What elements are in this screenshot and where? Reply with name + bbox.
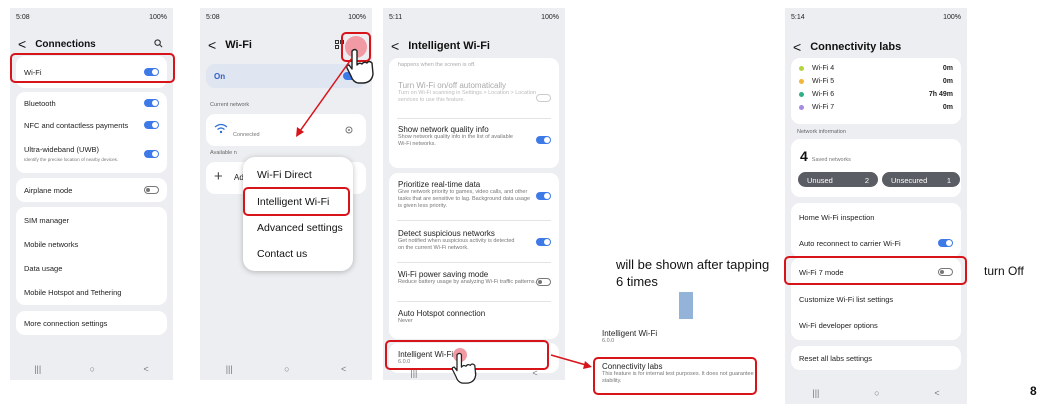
usage-label: Wi-Fi 5	[812, 78, 835, 85]
chip-label: Unused	[807, 176, 833, 185]
status-time: 5:14	[791, 13, 805, 21]
saved-label: Saved networks	[811, 157, 851, 163]
usage-row-wifi5: Wi-Fi 5 0m	[791, 75, 961, 88]
network-info-header: Network information	[797, 129, 846, 135]
labs-card-1: Home Wi-Fi inspection Auto reconnect to …	[791, 203, 961, 257]
wifi-usage-card: Wi-Fi 4 0m Wi-Fi 5 0m Wi-Fi 6 7h 49m Wi-…	[791, 58, 961, 124]
usage-label: Wi-Fi 7	[812, 104, 835, 111]
usage-value: 7h 49m	[928, 91, 953, 98]
saved-count: 4	[800, 148, 808, 164]
usage-label: Wi-Fi 4	[812, 65, 835, 72]
legend-dot	[799, 79, 804, 84]
menu-item-home-inspection[interactable]: Home Wi-Fi inspection	[791, 205, 961, 229]
back-icon[interactable]: <	[793, 40, 801, 54]
usage-label: Wi-Fi 6	[812, 91, 835, 98]
usage-row-wifi6: Wi-Fi 6 7h 49m	[791, 88, 961, 101]
status-bar: 5:14 100%	[791, 11, 961, 23]
usage-value: 0m	[942, 104, 953, 111]
usage-row-wifi7: Wi-Fi 7 0m	[791, 101, 961, 114]
home-button[interactable]: ○	[874, 388, 879, 398]
legend-dot	[799, 66, 804, 71]
usage-value: 0m	[942, 65, 953, 72]
saved-networks-count: 4 Saved networks	[800, 148, 851, 164]
page-number: 8	[1030, 384, 1037, 398]
menu-item-label: Home Wi-Fi inspection	[799, 212, 875, 222]
saved-networks-card: 4 Saved networks Unused 2 Unsecured 1	[791, 139, 961, 197]
menu-item-reset-labs[interactable]: Reset all labs settings	[791, 346, 961, 370]
menu-item-developer-options[interactable]: Wi-Fi developer options	[791, 313, 961, 337]
turn-off-note: turn Off	[984, 264, 1024, 278]
chip-label: Unsecured	[891, 176, 928, 185]
menu-item-label: Customize Wi-Fi list settings	[799, 294, 894, 304]
recent-apps-button[interactable]: |||	[812, 388, 819, 398]
menu-item-label: Wi-Fi developer options	[799, 320, 878, 330]
unused-chip[interactable]: Unused 2	[798, 172, 878, 187]
legend-dot	[799, 105, 804, 110]
menu-item-auto-reconnect[interactable]: Auto reconnect to carrier Wi-Fi	[791, 231, 961, 255]
menu-item-label: Auto reconnect to carrier Wi-Fi	[799, 238, 901, 248]
back-button[interactable]: <	[934, 388, 939, 398]
phone-connectivity-labs: 5:14 100% < Connectivity labs Wi-Fi 4 0m…	[785, 8, 967, 404]
chip-count: 2	[864, 176, 869, 185]
unsecured-chip[interactable]: Unsecured 1	[882, 172, 960, 187]
header: < Connectivity labs	[793, 40, 901, 54]
auto-reconnect-toggle[interactable]	[938, 239, 953, 247]
navigation-bar: ||| ○ <	[785, 382, 967, 404]
menu-item-label: Reset all labs settings	[799, 353, 872, 363]
labs-card-3: Reset all labs settings	[791, 346, 961, 370]
usage-row-wifi4: Wi-Fi 4 0m	[791, 62, 961, 75]
page-title: Connectivity labs	[810, 41, 902, 53]
menu-item-customize-list[interactable]: Customize Wi-Fi list settings	[791, 287, 961, 311]
highlight-wifi7-mode	[784, 256, 967, 285]
usage-value: 0m	[942, 78, 953, 85]
chip-count: 1	[946, 176, 951, 185]
status-battery: 100%	[943, 13, 961, 21]
legend-dot	[799, 92, 804, 97]
